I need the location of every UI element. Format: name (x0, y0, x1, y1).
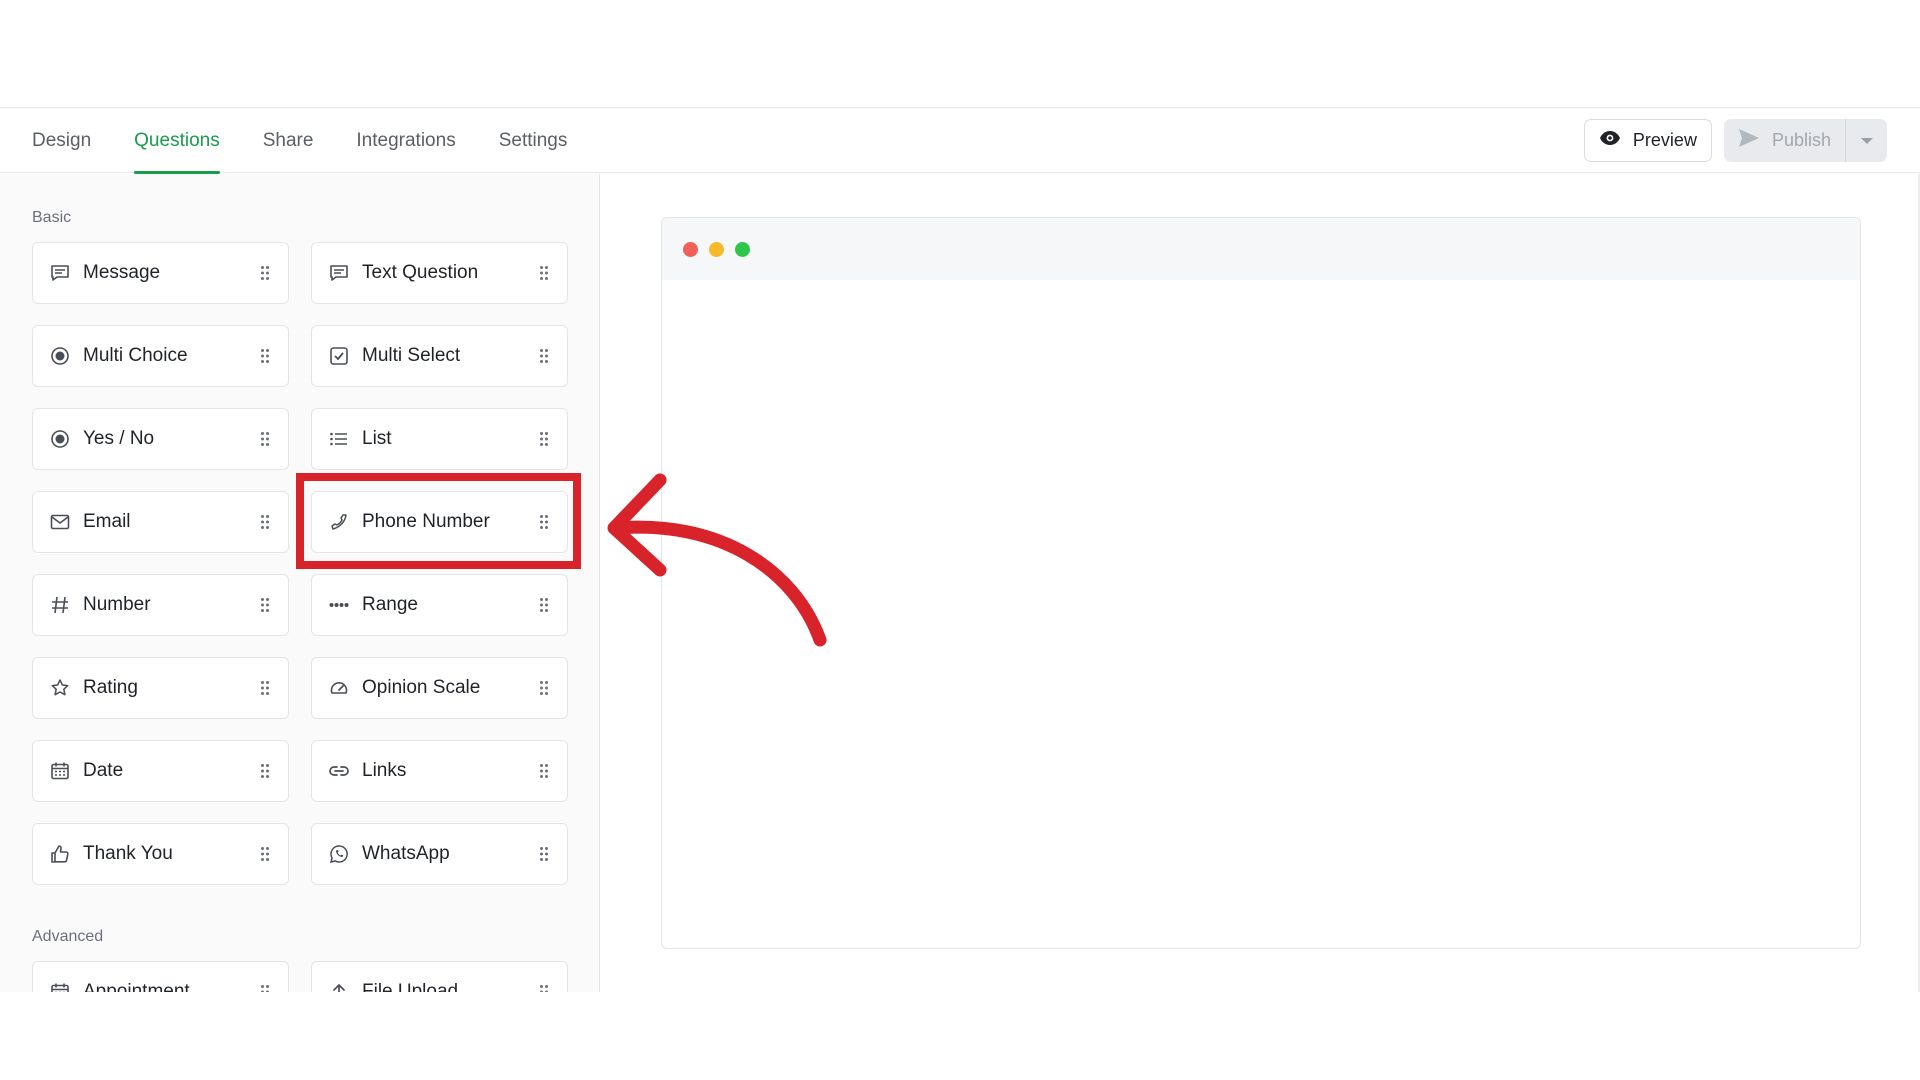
tab-questions[interactable]: Questions (134, 108, 220, 174)
question-type-links[interactable]: Links (311, 740, 568, 802)
question-type-opinion-scale[interactable]: Opinion Scale (311, 657, 568, 719)
list-icon (328, 428, 350, 450)
drag-handle-icon[interactable] (537, 677, 551, 699)
drag-handle-icon[interactable] (537, 594, 551, 616)
question-type-label: Appointment (83, 981, 190, 992)
question-type-label: Text Question (362, 262, 479, 283)
basic-section-label: Basic (32, 209, 72, 226)
question-type-number[interactable]: Number (32, 574, 289, 636)
advanced-question-grid: Appointment File Upload (32, 961, 568, 992)
question-type-yes-no[interactable]: Yes / No (32, 408, 289, 470)
question-type-email[interactable]: Email (32, 491, 289, 553)
question-type-label: Message (83, 262, 161, 283)
publish-button[interactable]: Publish (1724, 119, 1845, 162)
tab-bar: Design Questions Share Integrations Sett… (32, 108, 610, 174)
phone-number-highlight-box (296, 473, 581, 569)
gauge-icon (328, 677, 350, 699)
publish-options-dropdown[interactable] (1845, 119, 1887, 162)
publish-button-group: Publish (1723, 119, 1887, 162)
window-minimize-dot (709, 241, 724, 257)
mail-icon (49, 511, 71, 533)
question-type-date[interactable]: Date (32, 740, 289, 802)
drag-handle-icon[interactable] (537, 760, 551, 782)
drag-handle-icon[interactable] (537, 428, 551, 450)
question-type-label: Yes / No (83, 428, 155, 449)
question-type-rating[interactable]: Rating (32, 657, 289, 719)
question-type-label: Email (83, 511, 131, 532)
message-icon (49, 262, 71, 284)
question-type-label: WhatsApp (362, 843, 450, 864)
browser-title-bar (662, 218, 1860, 280)
window-close-dot (683, 241, 698, 257)
drag-handle-icon[interactable] (258, 428, 272, 450)
calendar-icon (49, 981, 71, 992)
question-type-label: Range (362, 594, 418, 615)
drag-handle-icon[interactable] (537, 262, 551, 284)
tab-settings[interactable]: Settings (499, 108, 568, 173)
tab-integrations[interactable]: Integrations (356, 108, 455, 173)
question-type-label: Thank You (83, 843, 173, 864)
question-type-label: Number (83, 594, 151, 615)
question-type-multi-choice[interactable]: Multi Choice (32, 325, 289, 387)
annotation-arrow (607, 473, 827, 647)
send-icon (1738, 128, 1760, 153)
chevron-down-icon (1860, 132, 1874, 150)
range-icon (328, 594, 350, 616)
drag-handle-icon[interactable] (537, 843, 551, 865)
question-type-label: List (362, 428, 392, 449)
tab-share[interactable]: Share (263, 108, 314, 173)
hash-icon (49, 594, 71, 616)
whatsapp-icon (328, 843, 350, 865)
question-type-range[interactable]: Range (311, 574, 568, 636)
header-actions: Preview Publish (1583, 119, 1887, 162)
calendar-icon (49, 760, 71, 782)
preview-label: Preview (1632, 130, 1697, 150)
question-type-label: Multi Select (362, 345, 461, 366)
bottom-blank-area (0, 992, 1920, 1080)
question-types-sidebar[interactable]: Basic Message Text Question Multi Choice Mu… (0, 174, 600, 992)
drag-handle-icon[interactable] (258, 594, 272, 616)
link-icon (328, 760, 350, 782)
editor-nav: Design Questions Share Integrations Sett… (0, 108, 1920, 174)
preview-button[interactable]: Preview (1583, 119, 1712, 162)
question-type-thank-you[interactable]: Thank You (32, 823, 289, 885)
drag-handle-icon[interactable] (537, 345, 551, 367)
message-icon (328, 262, 350, 284)
question-type-whatsapp[interactable]: WhatsApp (311, 823, 568, 885)
question-type-list[interactable]: List (311, 408, 568, 470)
drag-handle-icon[interactable] (258, 262, 272, 284)
window-maximize-dot (735, 241, 750, 257)
publish-label: Publish (1771, 130, 1831, 150)
thumbs-up-icon (49, 843, 71, 865)
question-type-label: File Upload (362, 981, 459, 992)
drag-handle-icon[interactable] (258, 760, 272, 782)
question-type-label: Multi Choice (83, 345, 188, 366)
browser-preview-frame (661, 217, 1861, 949)
question-type-multi-select[interactable]: Multi Select (311, 325, 568, 387)
tab-design[interactable]: Design (32, 108, 91, 173)
question-type-label: Rating (83, 677, 138, 698)
drag-handle-icon[interactable] (258, 981, 272, 992)
question-type-file-upload[interactable]: File Upload (311, 961, 568, 992)
radio-icon (49, 428, 71, 450)
drag-handle-icon[interactable] (258, 843, 272, 865)
drag-handle-icon[interactable] (258, 677, 272, 699)
advanced-section-label: Advanced (32, 928, 104, 945)
eye-icon (1599, 130, 1621, 151)
star-icon (49, 677, 71, 699)
drag-handle-icon[interactable] (258, 345, 272, 367)
question-type-appointment[interactable]: Appointment (32, 961, 289, 992)
drag-handle-icon[interactable] (258, 511, 272, 533)
drag-handle-icon[interactable] (537, 981, 551, 992)
question-type-label: Opinion Scale (362, 677, 481, 698)
question-type-label: Links (362, 760, 407, 781)
checkbox-icon (328, 345, 350, 367)
question-type-label: Date (83, 760, 124, 781)
question-type-message[interactable]: Message (32, 242, 289, 304)
upload-icon (328, 981, 350, 992)
top-blank-area (0, 0, 1920, 108)
radio-icon (49, 345, 71, 367)
question-type-text-question[interactable]: Text Question (311, 242, 568, 304)
